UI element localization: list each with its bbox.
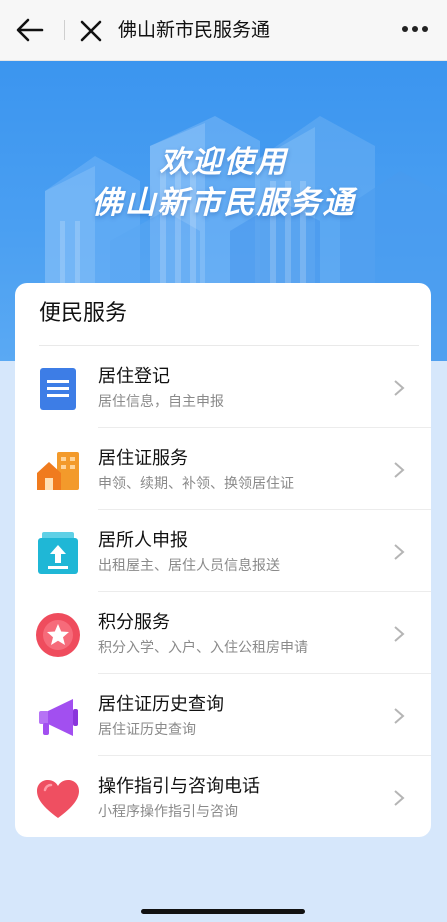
- services-card: 便民服务 居住登记 居住信息，自主申报 居住证服务 申领、续期、补领、换领居住证: [15, 283, 431, 837]
- navigation-bar: 佛山新市民服务通: [0, 0, 447, 61]
- more-options-icon[interactable]: [400, 26, 430, 34]
- chevron-right-icon: [394, 462, 405, 478]
- services-heading: 便民服务: [39, 301, 128, 326]
- service-title: 居住证服务: [98, 448, 188, 469]
- close-icon[interactable]: [78, 18, 104, 44]
- service-residence-permit[interactable]: 居住证服务 申领、续期、补领、换领居住证: [15, 428, 431, 510]
- nav-separator: [64, 20, 65, 40]
- welcome-heading-line1: 欢迎使用: [159, 145, 288, 180]
- chevron-right-icon: [394, 380, 405, 396]
- welcome-heading-line2: 佛山新市民服务通: [91, 185, 356, 221]
- chevron-right-icon: [394, 544, 405, 560]
- chevron-right-icon: [394, 790, 405, 806]
- service-residence-registration[interactable]: 居住登记 居住信息，自主申报: [15, 346, 431, 428]
- star-badge-icon: [36, 613, 80, 657]
- service-subtitle: 居住证历史查询: [98, 722, 196, 738]
- home-indicator: [141, 909, 305, 914]
- chevron-right-icon: [394, 626, 405, 642]
- upload-box-icon: [38, 532, 78, 574]
- service-subtitle: 申领、续期、补领、换领居住证: [98, 476, 294, 492]
- service-residence-report[interactable]: 居所人申报 出租屋主、居住人员信息报送: [15, 510, 431, 592]
- service-guide-hotline[interactable]: 操作指引与咨询电话 小程序操作指引与咨询: [15, 756, 431, 837]
- back-arrow-icon[interactable]: [14, 16, 46, 44]
- service-title: 积分服务: [98, 612, 170, 633]
- service-title: 居住证历史查询: [98, 694, 224, 715]
- service-title: 操作指引与咨询电话: [98, 776, 260, 797]
- service-subtitle: 小程序操作指引与咨询: [98, 804, 238, 820]
- heart-icon: [37, 780, 79, 818]
- house-icon: [37, 452, 79, 490]
- service-subtitle: 积分入学、入户、入住公租房申请: [98, 640, 308, 656]
- chevron-right-icon: [394, 708, 405, 724]
- document-icon: [40, 368, 76, 410]
- service-subtitle: 居住信息，自主申报: [98, 394, 224, 410]
- page-title: 佛山新市民服务通: [118, 19, 271, 41]
- megaphone-icon: [39, 699, 78, 736]
- service-title: 居所人申报: [98, 530, 188, 551]
- service-points[interactable]: 积分服务 积分入学、入户、入住公租房申请: [15, 592, 431, 674]
- service-permit-history[interactable]: 居住证历史查询 居住证历史查询: [15, 674, 431, 756]
- service-title: 居住登记: [98, 366, 170, 387]
- service-subtitle: 出租屋主、居住人员信息报送: [98, 558, 280, 574]
